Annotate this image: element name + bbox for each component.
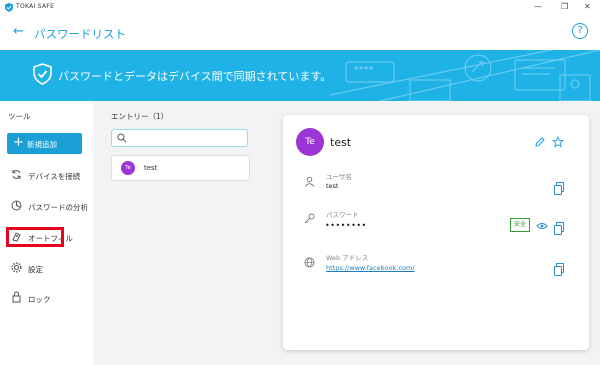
banner-mask-text: **** xyxy=(354,65,374,74)
sidebar-item-lock[interactable]: ロック xyxy=(0,286,93,310)
sidebar-item-label: パスワードの分析 xyxy=(28,203,88,212)
analysis-icon xyxy=(11,200,22,211)
app-title: TOKAI SAFE xyxy=(16,3,55,10)
username-value: test xyxy=(326,182,339,190)
entries-heading: エントリー（1） xyxy=(111,112,169,121)
app-shield-icon xyxy=(5,3,13,12)
password-label: パスワード xyxy=(326,211,359,219)
add-new-button[interactable]: + 新規追加 xyxy=(7,133,82,154)
sidebar-item-label: 設定 xyxy=(28,265,43,274)
user-icon xyxy=(304,176,315,187)
page-title: パスワードリスト xyxy=(34,27,126,41)
sidebar-item-label: ロック xyxy=(28,295,51,304)
entry-name: test xyxy=(144,164,158,172)
entry-detail-card xyxy=(283,115,589,350)
lock-icon xyxy=(12,291,21,303)
password-value: •••••••• xyxy=(325,221,367,230)
sidebar-item-settings[interactable]: 設定 xyxy=(0,256,93,280)
maximize-button[interactable]: ❐ xyxy=(561,2,568,12)
copy-url-icon[interactable] xyxy=(554,263,564,276)
help-button[interactable]: ? xyxy=(572,23,588,39)
add-new-label: 新規追加 xyxy=(27,140,57,149)
url-label: Web アドレス xyxy=(326,254,369,262)
sidebar-item-connect-device[interactable]: デバイスを接続 xyxy=(0,163,93,187)
username-label: ユーザ名 xyxy=(326,173,352,181)
gear-icon xyxy=(11,262,22,273)
window-titlebar: TOKAI SAFE — ❐ ✕ xyxy=(0,0,600,15)
shield-check-icon xyxy=(33,63,52,85)
url-link[interactable]: https://www.facebook.com/ xyxy=(326,264,415,272)
sync-icon xyxy=(12,170,21,179)
sidebar-item-password-analysis[interactable]: パスワードの分析 xyxy=(0,194,93,218)
sidebar-section-label: ツール xyxy=(8,112,31,121)
copy-username-icon[interactable] xyxy=(554,182,564,195)
search-icon xyxy=(117,133,127,143)
globe-icon xyxy=(304,257,315,268)
show-password-eye-icon[interactable] xyxy=(536,222,548,230)
entry-avatar: Te xyxy=(121,161,135,175)
search-input[interactable] xyxy=(111,129,248,147)
autofill-highlight-box xyxy=(6,227,64,247)
entry-list-item[interactable]: Te test xyxy=(111,155,250,181)
copy-password-icon[interactable] xyxy=(554,222,564,235)
detail-title: test xyxy=(330,136,352,149)
plus-icon: + xyxy=(13,135,24,150)
edit-pencil-icon[interactable] xyxy=(535,137,545,147)
minimize-button[interactable]: — xyxy=(534,2,542,12)
sidebar-item-label: デバイスを接続 xyxy=(28,172,81,181)
favorite-star-icon[interactable] xyxy=(552,136,564,148)
key-icon xyxy=(304,213,315,224)
banner-text: パスワードとデータはデバイス間で同期されています。 xyxy=(58,70,332,83)
close-button[interactable]: ✕ xyxy=(584,2,591,12)
detail-avatar: Te xyxy=(296,128,324,156)
safe-badge: 安全 xyxy=(510,218,530,232)
help-icon: ? xyxy=(577,25,583,36)
back-arrow-icon[interactable]: ← xyxy=(13,24,24,39)
